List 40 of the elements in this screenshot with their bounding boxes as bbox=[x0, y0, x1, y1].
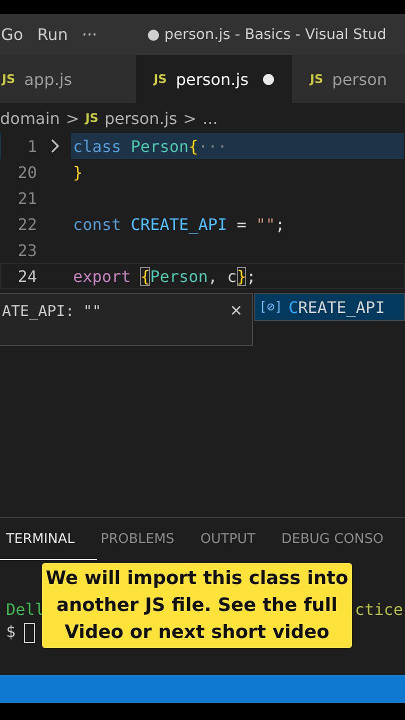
terminal-prompt: $ bbox=[6, 622, 16, 641]
panel-tab[interactable]: PROBLEMS bbox=[96, 518, 196, 560]
breadcrumb-item[interactable]: ... bbox=[202, 108, 218, 128]
breadcrumb-item[interactable]: person.js bbox=[104, 108, 178, 128]
line-number: 22 bbox=[16, 214, 37, 234]
menu-item[interactable]: Go bbox=[1, 25, 24, 44]
code-line: const CREATE_API = ""; bbox=[73, 214, 285, 234]
fold-chevron-icon[interactable] bbox=[50, 139, 60, 153]
line-number: 1 bbox=[26, 136, 37, 156]
line-number: 21 bbox=[16, 188, 37, 208]
line-number: 24 bbox=[16, 266, 37, 286]
terminal-text: ctice bbox=[354, 600, 403, 621]
line-number: 20 bbox=[16, 162, 37, 182]
editor-tab[interactable]: JS person.js bbox=[136, 55, 292, 103]
panel-tab[interactable]: DEBUG CONSO bbox=[277, 518, 384, 560]
terminal-text: Dell bbox=[6, 600, 45, 621]
variable-symbol-icon: [⊘] bbox=[259, 300, 282, 314]
editor-tab[interactable]: JS person bbox=[292, 55, 405, 103]
js-file-icon: JS bbox=[310, 72, 324, 86]
hover-text: ATE_API: "" bbox=[2, 302, 102, 320]
window-title: ● person.js - Basics - Visual Stud bbox=[147, 26, 386, 42]
menu-item[interactable]: Run bbox=[37, 25, 68, 44]
panel-tab[interactable]: OUTPUT bbox=[196, 518, 278, 560]
js-file-icon: JS bbox=[85, 111, 98, 125]
breadcrumb-separator: > bbox=[183, 108, 197, 128]
cursor-icon bbox=[24, 622, 35, 643]
breadcrumb-item[interactable]: domain bbox=[0, 108, 60, 128]
line-number: 23 bbox=[16, 240, 37, 260]
menu-item[interactable]: ··· bbox=[82, 25, 98, 44]
breadcrumb-separator: > bbox=[66, 108, 80, 128]
code-line: export {Person, c}; bbox=[73, 266, 256, 286]
caption: We will import this class into another JS file. See the full Video or next short video bbox=[42, 563, 352, 648]
suggestion-item[interactable]: [⊘] CREATE_API bbox=[255, 294, 404, 320]
js-file-icon: JS bbox=[154, 72, 167, 86]
js-file-icon: JS bbox=[2, 72, 16, 86]
code-line: class Person{··· bbox=[73, 136, 228, 156]
panel-tab[interactable]: TERMINAL bbox=[0, 518, 97, 560]
editor-tab[interactable]: JS app.js bbox=[0, 55, 136, 103]
code-line: } bbox=[73, 162, 83, 182]
close-button[interactable]: × bbox=[228, 302, 244, 320]
